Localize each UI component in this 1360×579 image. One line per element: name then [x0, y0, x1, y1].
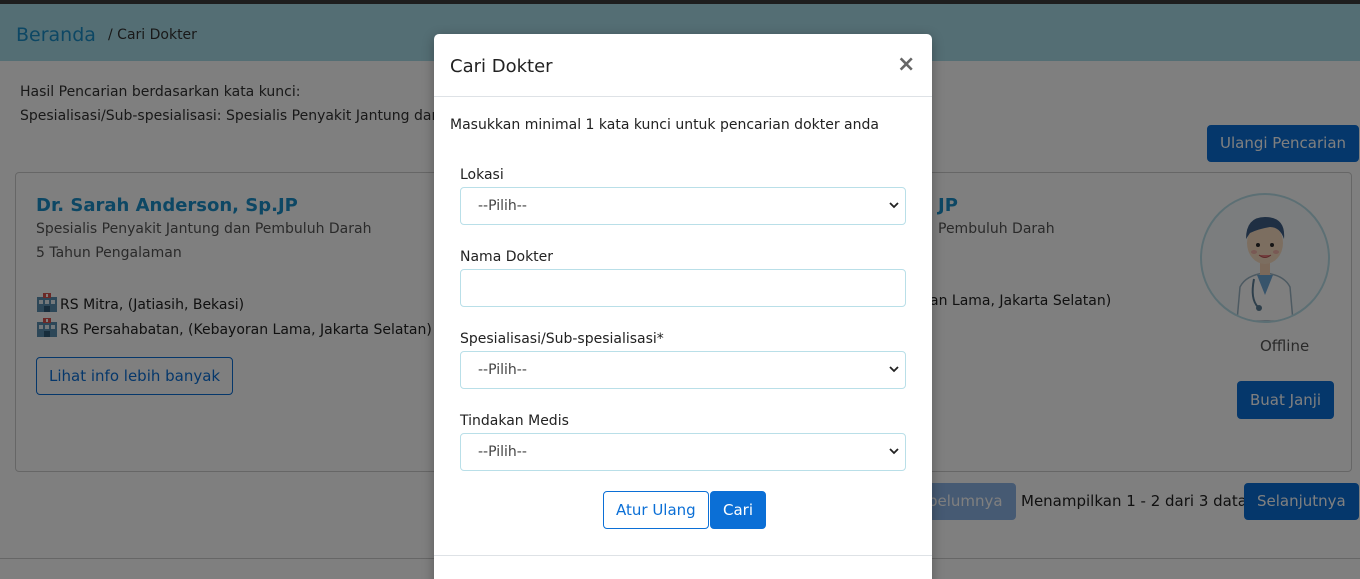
search-button[interactable]: Cari: [710, 491, 766, 529]
doctor-name-label: Nama Dokter: [460, 249, 554, 265]
location-selected-value: --Pilih--: [478, 198, 527, 214]
modal-header-divider: [434, 96, 932, 97]
modal-footer-divider: [434, 555, 932, 556]
chevron-down-icon: [889, 202, 899, 209]
modal-instructions: Masukkan minimal 1 kata kunci untuk penc…: [450, 117, 879, 133]
doctor-name-input[interactable]: [460, 269, 906, 307]
procedure-select[interactable]: --Pilih--: [460, 433, 906, 471]
reset-form-button[interactable]: Atur Ulang: [603, 491, 709, 529]
procedure-label: Tindakan Medis: [460, 413, 569, 429]
chevron-down-icon: [889, 366, 899, 373]
close-icon[interactable]: ×: [897, 52, 915, 77]
procedure-selected-value: --Pilih--: [478, 444, 527, 460]
specialty-label: Spesialisasi/Sub-spesialisasi*: [460, 331, 664, 347]
specialty-selected-value: --Pilih--: [478, 362, 527, 378]
search-doctor-modal: Cari Dokter × Masukkan minimal 1 kata ku…: [434, 34, 932, 579]
modal-title: Cari Dokter: [450, 56, 553, 77]
location-label: Lokasi: [460, 167, 504, 183]
chevron-down-icon: [889, 448, 899, 455]
location-select[interactable]: --Pilih--: [460, 187, 906, 225]
specialty-select[interactable]: --Pilih--: [460, 351, 906, 389]
